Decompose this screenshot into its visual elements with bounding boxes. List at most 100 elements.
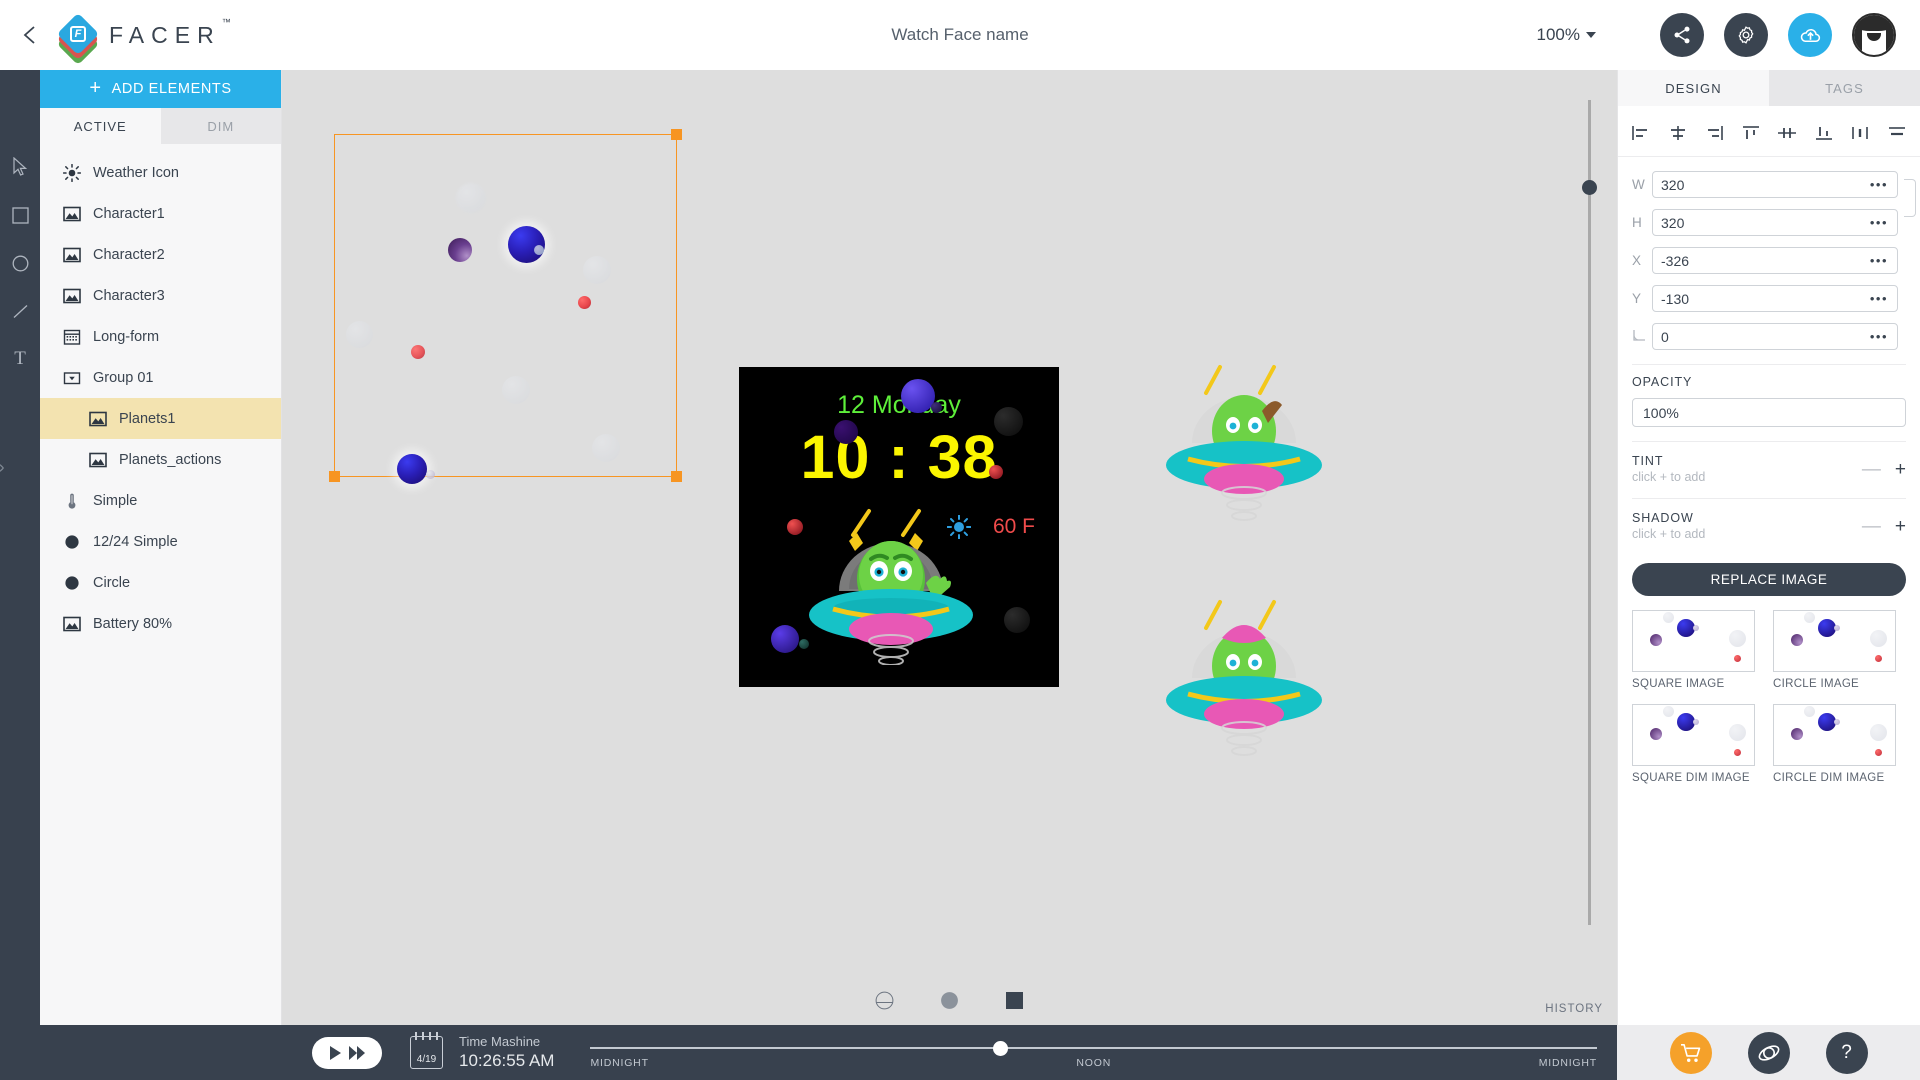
rotation-input[interactable]: 0 ••• — [1652, 323, 1898, 350]
ellipse-tool[interactable] — [8, 251, 32, 275]
layer-list: Weather Icon Character1 Character2 Characte… — [0, 144, 281, 644]
height-more-icon[interactable]: ••• — [1870, 215, 1888, 230]
layer-item-character3[interactable]: Character3 — [40, 275, 281, 316]
rectangle-tool[interactable] — [8, 203, 32, 227]
replace-image-button[interactable]: REPLACE IMAGE — [1632, 563, 1906, 596]
circle-image-thumb[interactable]: CIRCLE IMAGE — [1773, 610, 1896, 690]
character-ufo-2[interactable] — [1144, 580, 1344, 780]
square-image-thumb[interactable]: SQUARE IMAGE — [1632, 610, 1755, 690]
resize-handle-bl[interactable] — [329, 471, 340, 482]
help-fab[interactable]: ? — [1825, 1031, 1868, 1074]
width-more-icon[interactable]: ••• — [1870, 177, 1888, 192]
align-bottom-icon[interactable] — [1811, 122, 1837, 144]
tint-minus-button[interactable]: — — [1862, 460, 1881, 479]
shadow-plus-button[interactable]: + — [1895, 517, 1906, 536]
design-canvas[interactable]: 12 Monday 10 : 38 60 F HISTORY — [282, 70, 1617, 1025]
tab-design[interactable]: DESIGN — [1618, 70, 1769, 106]
add-elements-button[interactable]: + ADD ELEMENTS — [40, 70, 281, 108]
distribute-vertical-icon[interactable] — [1884, 122, 1910, 144]
calendar-date-button[interactable]: 4/19 — [410, 1032, 443, 1069]
layer-item-simple[interactable]: Simple — [40, 480, 281, 521]
align-right-icon[interactable] — [1701, 122, 1727, 144]
thumb-planet — [1729, 630, 1746, 647]
zoom-slider-thumb[interactable] — [1582, 180, 1597, 195]
circle-filled-icon — [941, 992, 958, 1009]
history-label[interactable]: HISTORY — [1545, 1003, 1603, 1015]
watch-face-preview[interactable]: 12 Monday 10 : 38 60 F — [739, 367, 1059, 687]
explore-fab[interactable] — [1747, 1031, 1790, 1074]
shape-half-circle[interactable] — [875, 991, 894, 1015]
width-input[interactable]: 320 ••• — [1652, 171, 1898, 198]
height-input[interactable]: 320 ••• — [1652, 209, 1898, 236]
calendar-rings-icon — [415, 1032, 438, 1040]
timeline-slider[interactable]: MIDNIGHT NOON MIDNIGHT — [590, 1033, 1597, 1073]
user-avatar[interactable] — [1852, 13, 1896, 57]
opacity-input[interactable]: 100% — [1632, 398, 1906, 427]
layer-item-long-form[interactable]: Long-form — [40, 316, 281, 357]
layer-label: Long-form — [93, 328, 160, 345]
thumb-planet — [1875, 749, 1882, 756]
time-machine-value: 10:26:55 AM — [459, 1051, 555, 1070]
playback-controls[interactable] — [312, 1036, 382, 1069]
settings-button[interactable] — [1724, 13, 1768, 57]
selection-box[interactable] — [329, 129, 682, 482]
text-tool[interactable]: T — [8, 347, 32, 371]
eye-icon[interactable] — [0, 462, 4, 474]
wf-planet — [931, 402, 942, 413]
sync-button[interactable] — [1788, 13, 1832, 57]
circle-dim-image-thumb[interactable]: CIRCLE DIM IMAGE — [1773, 704, 1896, 784]
tint-plus-button[interactable]: + — [1895, 460, 1906, 479]
align-top-icon[interactable] — [1738, 122, 1764, 144]
canvas-planet — [502, 376, 530, 404]
circle-icon — [12, 255, 28, 271]
layer-item-group-01[interactable]: Group 01 — [40, 357, 281, 398]
timeline-track[interactable] — [590, 1046, 1597, 1049]
y-position-input[interactable]: -130 ••• — [1652, 285, 1898, 312]
layer-item-character1[interactable]: Character1 — [40, 193, 281, 234]
back-button[interactable] — [0, 0, 60, 70]
zoom-selector[interactable]: 100% — [1537, 25, 1596, 45]
layer-type-icon — [88, 409, 108, 429]
layer-item-circle[interactable]: Circle — [40, 562, 281, 603]
play-icon — [330, 1045, 341, 1060]
layer-label: 12/24 Simple — [93, 533, 178, 550]
align-middle-vertical-icon[interactable] — [1774, 122, 1800, 144]
resize-handle-br[interactable] — [671, 471, 682, 482]
tab-tags[interactable]: TAGS — [1769, 70, 1920, 106]
layer-item-12-24-simple[interactable]: 12/24 Simple — [40, 521, 281, 562]
rotation-more-icon[interactable]: ••• — [1870, 329, 1888, 344]
thumb-planet — [1729, 724, 1746, 741]
shape-circle[interactable] — [940, 991, 959, 1015]
x-position-input[interactable]: -326 ••• — [1652, 247, 1898, 274]
square-dim-image-thumb[interactable]: SQUARE DIM IMAGE — [1632, 704, 1755, 784]
layer-type-icon — [62, 532, 82, 552]
y-more-icon[interactable]: ••• — [1870, 291, 1888, 306]
layer-item-character2[interactable]: Character2 — [40, 234, 281, 275]
zoom-slider-track[interactable] — [1582, 100, 1597, 925]
timeline-thumb[interactable] — [993, 1040, 1009, 1056]
image-icon — [89, 452, 107, 467]
panel-tabs: DESIGN TAGS — [1618, 70, 1920, 106]
resize-handle-tr[interactable] — [671, 129, 682, 140]
brand-text: FACER — [109, 21, 221, 48]
shop-fab[interactable] — [1669, 1031, 1712, 1074]
distribute-horizontal-icon[interactable] — [1847, 122, 1873, 144]
layer-item-planets1[interactable]: Planets1 — [0, 398, 281, 472]
shape-square[interactable] — [1005, 991, 1024, 1015]
layer-label: Character1 — [93, 205, 165, 222]
thumb-preview — [1773, 610, 1896, 672]
tab-dim[interactable]: DIM — [160, 108, 281, 144]
character-ufo-1[interactable] — [1144, 345, 1344, 545]
line-tool[interactable] — [8, 299, 32, 323]
align-left-icon[interactable] — [1628, 122, 1654, 144]
share-button[interactable] — [1660, 13, 1704, 57]
layer-item-planets-actions[interactable]: Planets_actions — [40, 439, 281, 480]
align-center-horizontal-icon[interactable] — [1665, 122, 1691, 144]
thumb-planet — [1791, 634, 1803, 646]
x-more-icon[interactable]: ••• — [1870, 253, 1888, 268]
layer-item-weather-icon[interactable]: Weather Icon — [40, 152, 281, 193]
cursor-tool[interactable] — [8, 155, 32, 179]
layer-item-battery-80[interactable]: Battery 80% — [40, 603, 281, 644]
tab-active[interactable]: ACTIVE — [40, 108, 161, 144]
shadow-minus-button[interactable]: — — [1862, 517, 1881, 536]
